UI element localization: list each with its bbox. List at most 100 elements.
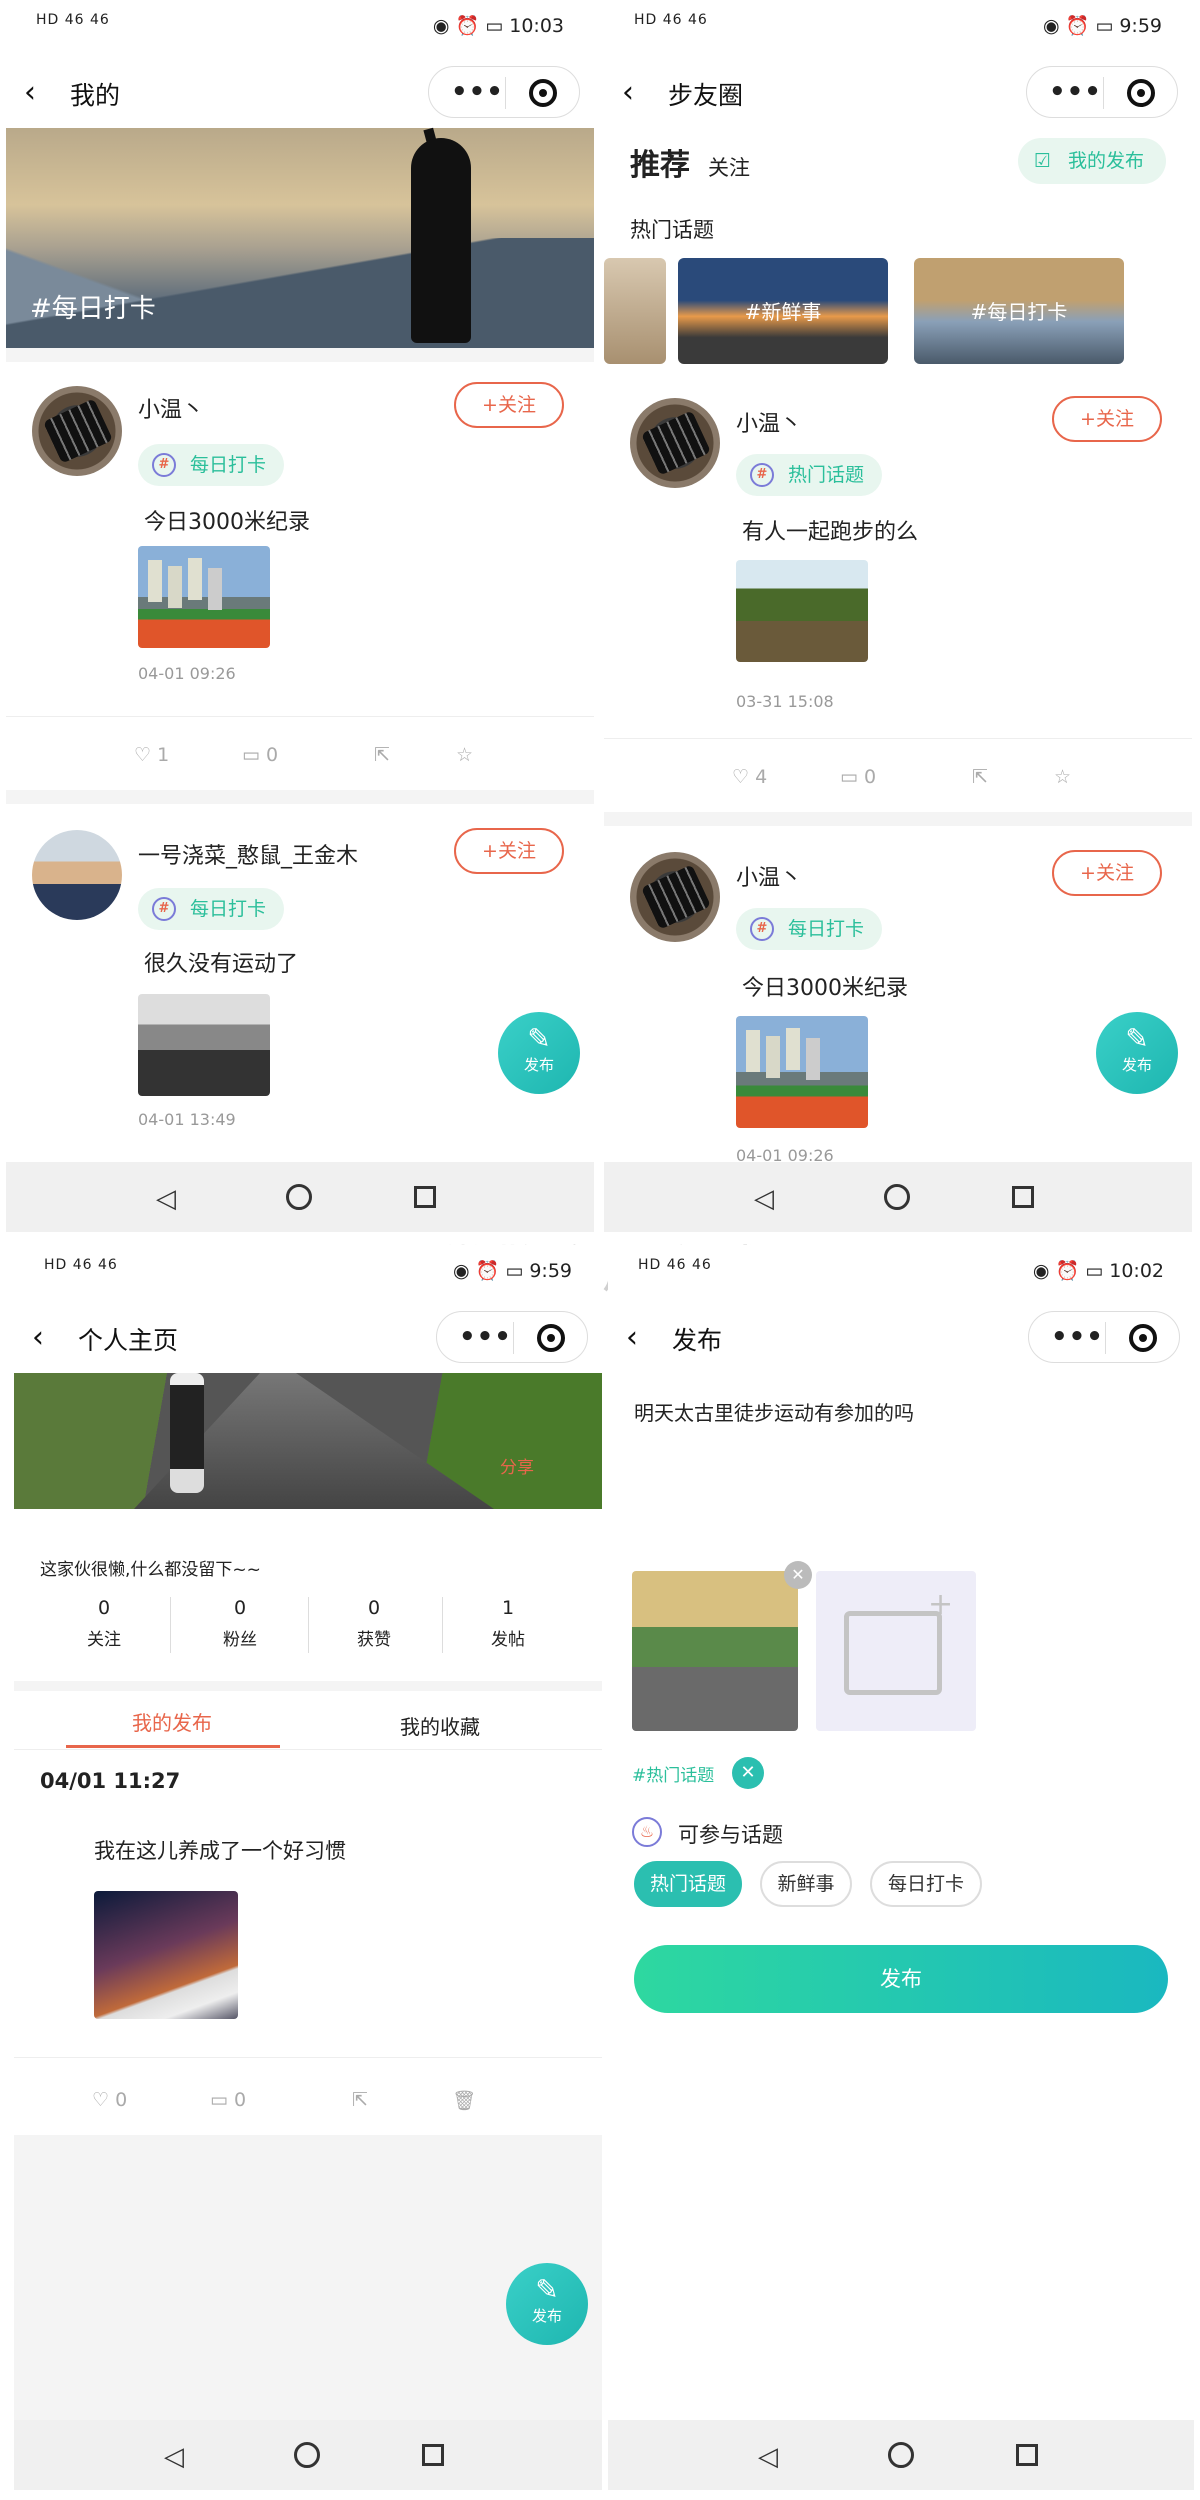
recents-nav-icon[interactable] — [1016, 2444, 1038, 2466]
more-icon[interactable]: ••• — [1051, 1322, 1104, 1352]
recents-nav-icon[interactable] — [1012, 1186, 1034, 1208]
hash-icon: # — [152, 453, 176, 477]
status-bar: HD 46 46 ◉ ⏰ ▭ 9:59 — [14, 1245, 602, 1301]
my-publish-button[interactable]: ☑ 我的发布 — [1017, 138, 1166, 184]
comment-button[interactable]: ▭ 0 — [840, 766, 876, 788]
star-icon[interactable]: ☆ — [456, 744, 473, 766]
topic-tag[interactable]: # 热门话题 — [736, 454, 883, 496]
post-text: 今日3000米纪录 — [144, 510, 310, 535]
back-icon[interactable]: ‹ — [24, 76, 54, 110]
tab-my-posts[interactable]: 我的发布 — [132, 1707, 212, 1736]
more-icon[interactable]: ••• — [459, 1322, 512, 1352]
delete-icon[interactable]: 🗑 — [452, 2089, 476, 2112]
uploaded-image[interactable] — [632, 1571, 798, 1731]
tab-follow[interactable]: 关注 — [708, 152, 750, 182]
like-button[interactable]: ♡ 0 — [92, 2089, 127, 2111]
post-image[interactable] — [736, 560, 868, 662]
avatar[interactable] — [32, 386, 122, 476]
remove-topic-icon[interactable]: ✕ — [732, 1757, 764, 1789]
remove-image-icon[interactable]: ✕ — [784, 1561, 812, 1589]
page-title: 个人主页 — [78, 1326, 179, 1355]
back-nav-icon[interactable]: ◁ — [754, 1184, 774, 1214]
avatar[interactable] — [630, 398, 720, 488]
home-nav-icon[interactable] — [294, 2442, 320, 2468]
tab-favorites[interactable]: 我的收藏 — [400, 1711, 480, 1740]
share-link[interactable]: 分享 — [500, 1453, 534, 1478]
page-title: 步友圈 — [668, 81, 744, 110]
topic-card[interactable] — [604, 258, 666, 364]
tab-recommend[interactable]: 推荐 — [630, 140, 690, 184]
user-name[interactable]: 小温丶 — [138, 392, 204, 424]
recents-nav-icon[interactable] — [422, 2444, 444, 2466]
profile-banner: 分享 — [14, 1373, 602, 1509]
close-target-icon[interactable] — [1129, 1324, 1157, 1352]
share-icon[interactable]: ⇱ — [352, 2089, 368, 2111]
content-textarea[interactable]: 明天太古里徒步运动有参加的吗 — [634, 1397, 1174, 1547]
capsule-menu[interactable]: ••• — [1028, 1311, 1180, 1363]
avatar[interactable] — [630, 852, 720, 942]
topic-tag[interactable]: # 每日打卡 — [138, 444, 285, 486]
pen-icon: ✎ — [535, 2273, 559, 2306]
more-icon[interactable]: ••• — [451, 77, 504, 107]
share-icon[interactable]: ⇱ — [374, 744, 390, 766]
comment-button[interactable]: ▭ 0 — [242, 744, 278, 766]
star-icon[interactable]: ☆ — [1054, 766, 1071, 788]
system-nav: ◁ — [604, 1162, 1192, 1232]
share-icon[interactable]: ⇱ — [972, 766, 988, 788]
chip-news[interactable]: 新鲜事 — [760, 1861, 852, 1907]
publish-fab[interactable]: ✎ 发布 — [506, 2263, 588, 2345]
close-target-icon[interactable] — [529, 79, 557, 107]
add-image-button[interactable]: + — [816, 1571, 976, 1731]
post-image[interactable] — [138, 546, 270, 648]
capsule-menu[interactable]: ••• — [436, 1311, 588, 1363]
back-icon[interactable]: ‹ — [622, 76, 652, 110]
back-nav-icon[interactable]: ◁ — [758, 2442, 778, 2472]
topic-tag[interactable]: # 每日打卡 — [138, 888, 285, 930]
home-nav-icon[interactable] — [884, 1184, 910, 1210]
recents-nav-icon[interactable] — [414, 1186, 436, 1208]
capsule-menu[interactable]: ••• — [1026, 66, 1178, 118]
close-target-icon[interactable] — [1127, 79, 1155, 107]
like-button[interactable]: ♡ 1 — [134, 744, 169, 766]
follow-button[interactable]: +关注 — [454, 828, 564, 874]
publish-fab[interactable]: ✎ 发布 — [498, 1012, 580, 1094]
post-text: 很久没有运动了 — [144, 952, 299, 977]
follow-button[interactable]: +关注 — [1052, 850, 1162, 896]
back-nav-icon[interactable]: ◁ — [156, 1184, 176, 1214]
post-image[interactable] — [138, 994, 270, 1096]
signal-indicator: HD 46 46 — [634, 12, 708, 28]
back-nav-icon[interactable]: ◁ — [164, 2442, 184, 2472]
avatar[interactable] — [32, 830, 122, 920]
stat-follow[interactable]: 0 关注 — [64, 1597, 144, 1650]
follow-button[interactable]: +关注 — [454, 382, 564, 428]
user-name[interactable]: 一号浇菜_憨鼠_王金木 — [138, 838, 358, 870]
close-target-icon[interactable] — [537, 1324, 565, 1352]
post-image[interactable] — [736, 1016, 868, 1128]
stat-fans[interactable]: 0 粉丝 — [200, 1597, 280, 1650]
post-actions: ♡ 1 ▭ 0 ⇱ ☆ — [6, 726, 594, 786]
like-button[interactable]: ♡ 4 — [732, 766, 767, 788]
follow-button[interactable]: +关注 — [1052, 396, 1162, 442]
user-name[interactable]: 小温丶 — [736, 406, 802, 438]
more-icon[interactable]: ••• — [1049, 77, 1102, 107]
user-name[interactable]: 小温丶 — [736, 860, 802, 892]
topic-tag[interactable]: # 每日打卡 — [736, 908, 883, 950]
topic-card[interactable]: #新鲜事 — [678, 258, 888, 364]
capsule-menu[interactable]: ••• — [428, 66, 580, 118]
back-icon[interactable]: ‹ — [32, 1321, 62, 1355]
chip-daily[interactable]: 每日打卡 — [870, 1861, 982, 1907]
pen-icon: ✎ — [527, 1022, 551, 1055]
stat-likes[interactable]: 0 获赞 — [334, 1597, 414, 1650]
stat-posts[interactable]: 1 发帖 — [468, 1597, 548, 1650]
back-icon[interactable]: ‹ — [626, 1321, 656, 1355]
comment-button[interactable]: ▭ 0 — [210, 2089, 246, 2111]
publish-fab[interactable]: ✎ 发布 — [1096, 1012, 1178, 1094]
panel-circle: HD 46 46 ◉ ⏰ ▭ 9:59 ‹ 步友圈 ••• 推荐 关注 ☑ 我的发… — [604, 0, 1192, 1232]
home-nav-icon[interactable] — [286, 1184, 312, 1210]
status-bar: HD 46 46 ◉ ⏰ ▭ 10:02 — [608, 1245, 1194, 1301]
topic-card[interactable]: #每日打卡 — [914, 258, 1124, 364]
home-nav-icon[interactable] — [888, 2442, 914, 2468]
post-image[interactable] — [94, 1891, 238, 2019]
chip-hot-topic[interactable]: 热门话题 — [634, 1861, 742, 1907]
submit-button[interactable]: 发布 — [634, 1945, 1168, 2013]
